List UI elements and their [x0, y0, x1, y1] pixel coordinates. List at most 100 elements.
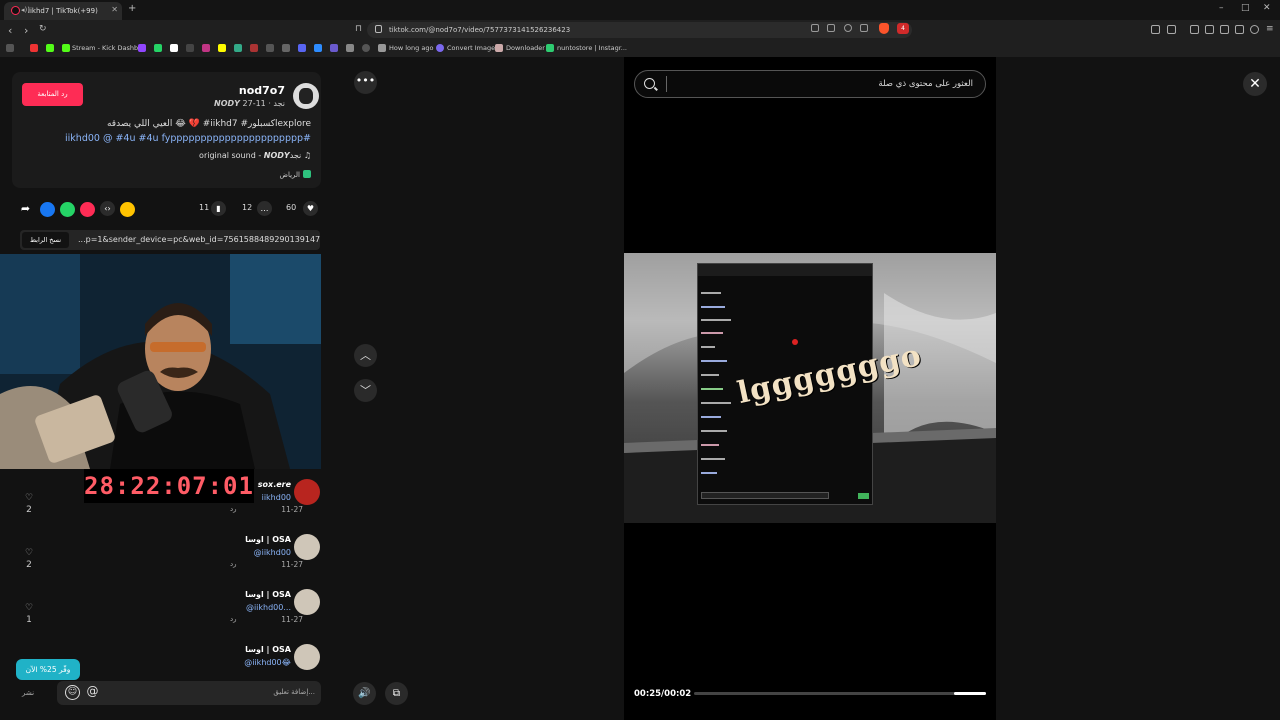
bookmark-red-icon[interactable]: [250, 44, 258, 52]
leo-icon[interactable]: [1235, 25, 1244, 34]
back-icon[interactable]: ‹: [8, 24, 12, 37]
share-page-icon[interactable]: [860, 24, 868, 32]
picture-in-picture-button[interactable]: ⧉: [385, 682, 408, 705]
share-arrow-icon[interactable]: ➦: [18, 201, 33, 216]
tab-close-icon[interactable]: ✕: [111, 5, 118, 14]
translate-icon[interactable]: [811, 24, 819, 32]
embed-icon[interactable]: ‹›: [100, 201, 115, 216]
video-player[interactable]: العثور على محتوى ذي صلة lgggggggo 00:25/…: [624, 57, 996, 720]
emoji-share-icon[interactable]: [120, 202, 135, 217]
follow-back-button[interactable]: رد المتابعة: [22, 83, 83, 106]
previous-video-button[interactable]: ︿: [354, 344, 377, 367]
comment-author[interactable]: 𝙨𝙤𝙭.𝙚𝙧𝙚: [258, 480, 291, 489]
heart-icon[interactable]: ♥: [303, 201, 318, 216]
emoji-icon[interactable]: ☺: [65, 685, 80, 700]
bookmark-s-icon[interactable]: [346, 44, 354, 52]
comment-input[interactable]: ☺ @ إضافة تعليق...: [57, 681, 321, 705]
bookmark-kick[interactable]: Stream - Kick Dashb...: [72, 44, 144, 52]
twitch-icon[interactable]: [138, 44, 146, 52]
close-viewer-button[interactable]: ✕: [1243, 72, 1267, 96]
vpn-icon[interactable]: [1250, 25, 1259, 34]
comment-author[interactable]: اوسا | OSA: [245, 590, 291, 599]
snapchat-icon[interactable]: [218, 44, 226, 52]
audio-playing-icon[interactable]: ◂)): [21, 6, 30, 14]
apps-icon[interactable]: [6, 44, 14, 52]
menu-icon[interactable]: ≡: [1266, 24, 1274, 34]
related-search-bar[interactable]: العثور على محتوى ذي صلة: [634, 70, 986, 98]
kick-icon[interactable]: [46, 44, 54, 52]
browser-tab[interactable]: ◂)) iikhd7 | TikTok⁦(+99)⁩ ✕: [4, 2, 122, 20]
bookmark-gray-icon[interactable]: [266, 44, 274, 52]
mention-icon[interactable]: @: [85, 685, 100, 700]
comment-reply[interactable]: رد: [230, 615, 237, 623]
brave-rewards-icon[interactable]: 4: [897, 23, 909, 34]
bookmark-save-icon[interactable]: ▮: [211, 201, 226, 216]
comment-reply[interactable]: رد: [230, 505, 237, 513]
chat-line: [701, 292, 721, 294]
minimize-icon[interactable]: –: [1219, 3, 1224, 13]
reload-icon[interactable]: ↻: [39, 24, 47, 34]
comment-avatar[interactable]: [294, 589, 320, 615]
extensions-icon[interactable]: [1151, 25, 1160, 34]
site-info-icon[interactable]: [375, 25, 382, 33]
whatsapp-share-icon[interactable]: [60, 202, 75, 217]
comment-like-count: 1: [26, 615, 32, 625]
brave-shields-icon[interactable]: [879, 23, 889, 34]
forward-icon[interactable]: ›: [24, 24, 28, 37]
comment-author[interactable]: اوسا | OSA: [245, 535, 291, 544]
bookmark-site-icon[interactable]: [234, 44, 242, 52]
facebook-share-icon[interactable]: [40, 202, 55, 217]
comment-author[interactable]: اوسا | OSA: [245, 645, 291, 654]
discord-icon[interactable]: [298, 44, 306, 52]
copy-link-button[interactable]: نسخ الرابط: [22, 232, 70, 248]
video-progress-bar[interactable]: [694, 692, 986, 695]
bookmark-circle-icon[interactable]: [362, 44, 370, 52]
screen-icon[interactable]: [827, 24, 835, 32]
repost-icon[interactable]: [80, 202, 95, 217]
share-link-text[interactable]: ...p=1&sender_device=pc&web_id=756158848…: [78, 235, 320, 244]
chat-window-input: [701, 492, 829, 499]
bookmark-purple-icon[interactable]: [330, 44, 338, 52]
chat-line: [701, 346, 715, 348]
new-tab-icon[interactable]: +: [128, 3, 136, 14]
bookmark-blue-icon[interactable]: [314, 44, 322, 52]
comment-like-button[interactable]: ♡ 2: [22, 548, 36, 570]
x-icon[interactable]: [170, 44, 178, 52]
bookmark-downloader[interactable]: Downloader: [506, 44, 545, 52]
bookmark-convert-image[interactable]: Convert Image: [447, 44, 495, 52]
wallet-icon[interactable]: [1220, 25, 1229, 34]
next-video-button[interactable]: ﹀: [354, 379, 377, 402]
volume-button[interactable]: 🔊: [353, 682, 376, 705]
music-info[interactable]: original sound - 𝙉𝙊𝘿𝙔نجد ♫: [199, 151, 311, 160]
comment-avatar[interactable]: [294, 479, 320, 505]
comment-like-button[interactable]: ♡ 2: [22, 493, 36, 515]
comment-avatar[interactable]: [294, 644, 320, 670]
search-icon[interactable]: [644, 78, 655, 89]
whatsapp-icon[interactable]: [154, 44, 162, 52]
author-username[interactable]: nod7o7: [239, 84, 285, 97]
author-avatar[interactable]: [293, 83, 319, 109]
maximize-icon[interactable]: □: [1241, 3, 1250, 13]
search-placeholder: العثور على محتوى ذي صلة: [878, 79, 973, 89]
tab-search-icon[interactable]: [1167, 25, 1176, 34]
comment-reply[interactable]: رد: [230, 560, 237, 568]
tiktok-bookmark-icon[interactable]: [186, 44, 194, 52]
instagram-icon[interactable]: [202, 44, 210, 52]
zoom-icon[interactable]: [844, 24, 852, 32]
comment-avatar[interactable]: [294, 534, 320, 560]
comment-icon[interactable]: …: [257, 201, 272, 216]
promo-badge[interactable]: وفّر 25% الآن: [16, 659, 80, 680]
youtube-icon[interactable]: [30, 44, 38, 52]
sidebar-icon[interactable]: [1205, 25, 1214, 34]
caption-hashtags[interactable]: iikhd00 @ #4u #4u fypppppppppppppppppppp…: [65, 133, 311, 144]
bookmark-how-long-ago[interactable]: How long ago: [389, 44, 433, 52]
github-icon[interactable]: [282, 44, 290, 52]
comment-like-button[interactable]: ♡ 1: [22, 603, 36, 625]
post-comment-button[interactable]: نشر: [22, 689, 34, 697]
media-icon[interactable]: [1190, 25, 1199, 34]
location-tag[interactable]: الرياض: [280, 170, 311, 179]
window-close-icon[interactable]: ✕: [1263, 3, 1271, 13]
bookmark-icon[interactable]: ⊓: [355, 24, 362, 34]
bookmark-nuntostore[interactable]: nuntostore | Instagr...: [557, 44, 627, 52]
more-options-button[interactable]: •••: [354, 71, 377, 94]
